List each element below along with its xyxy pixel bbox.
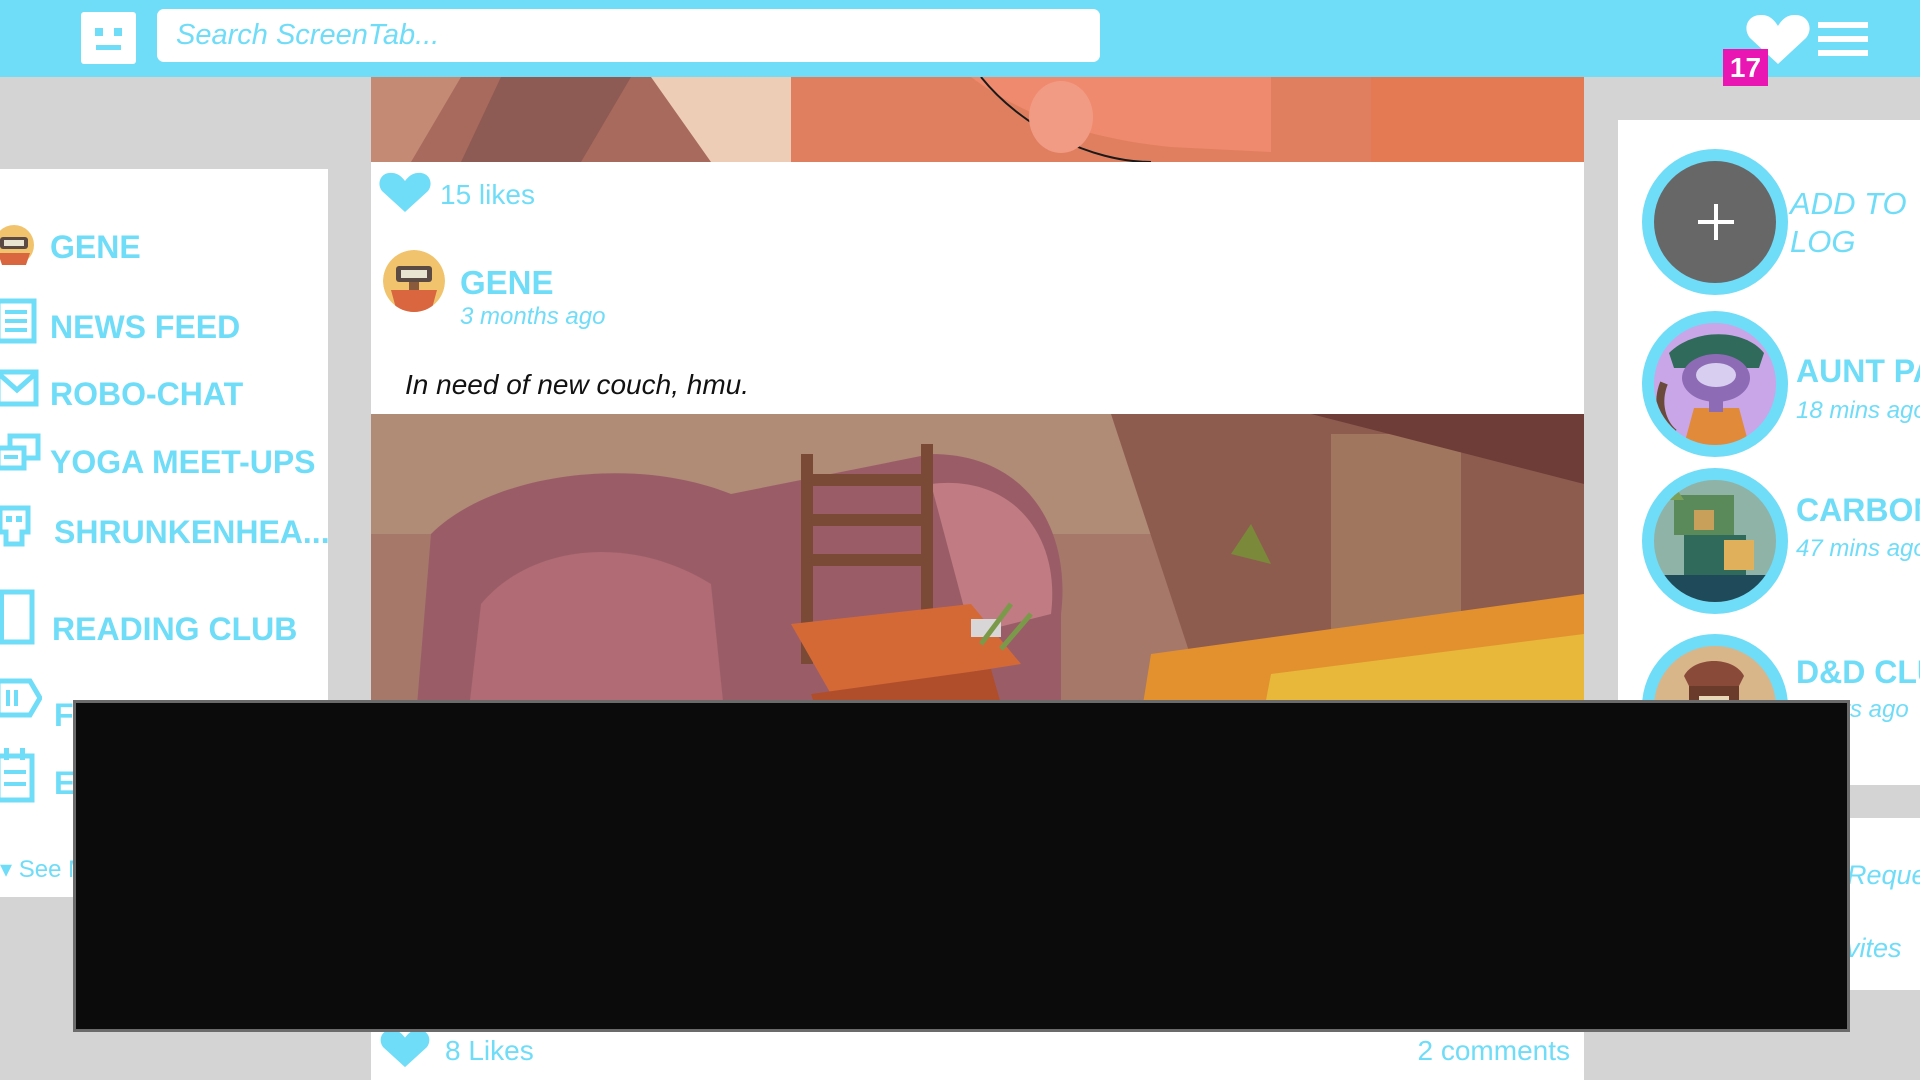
plus-icon-vertical [1714,204,1718,240]
sidebar-item-label: YOGA MEET-UPS [50,444,316,480]
robot-logo-icon[interactable] [81,12,136,64]
logo-mouth [96,45,121,50]
book-icon [0,589,35,645]
comments-link[interactable]: 2 comments [1418,1035,1571,1067]
logo-eye-left [95,28,103,36]
heart-icon [379,172,431,212]
sidebar-item-label: GENE [50,229,141,265]
skull-icon [0,505,31,547]
sidebar-item-label: F [54,697,74,733]
tag-icon [0,678,42,718]
add-button-inner [1654,161,1776,283]
sidebar-item-label: ROBO-CHAT [50,376,244,412]
chat-bubbles-icon [0,433,41,471]
friend-time: 47 mins ago [1796,535,1920,562]
search-input[interactable] [157,9,1100,62]
avatar-icon [0,225,34,265]
notification-badge: 17 [1723,49,1768,86]
friend-time: 18 mins ago [1796,397,1920,424]
chevron-down-icon: ▾ [0,856,13,883]
calendar-icon [0,748,35,803]
menu-line [1818,22,1868,28]
post-author[interactable]: GENE [460,264,554,302]
friend-requests-link[interactable]: Reque [1847,860,1920,891]
hamburger-menu-icon[interactable] [1818,22,1868,56]
sidebar-item-label: SHRUNKENHEA... [54,514,330,550]
post-timestamp: 3 months ago [460,303,606,330]
invites-link[interactable]: vites [1846,933,1902,964]
menu-line [1818,36,1868,42]
logo-eye-right [114,28,122,36]
add-to-log-button[interactable] [1642,149,1788,295]
friend-name: AUNT PA [1796,353,1920,389]
friend-name: CARBON [1796,492,1920,528]
previous-post-image[interactable] [371,77,1584,162]
add-to-log-label[interactable]: ADD TO LOG [1790,185,1920,261]
redaction-overlay [73,700,1850,1032]
likes-count: 15 likes [440,179,535,210]
avatar[interactable] [383,250,445,312]
friend-item-aunt-pa[interactable]: AUNT PA 18 mins ago [1642,311,1920,461]
aunt-pa-avatar-icon [1654,323,1776,445]
menu-line [1818,50,1868,56]
friend-time: rs ago [1842,696,1909,723]
friend-item-carbon[interactable]: CARBON 47 mins ago [1642,468,1920,618]
post-text: In need of new couch, hmu. [405,369,749,400]
carbon-avatar-icon [1654,480,1776,602]
right-panel: ADD TO LOG AUNT PA 18 mins ago [1618,120,1920,818]
friend-name: D&D CLU [1796,654,1920,690]
top-bar: 17 [0,0,1920,86]
avatar [1642,468,1788,614]
avatar [1642,311,1788,457]
gene-avatar-icon [383,250,445,312]
sidebar-item-label: READING CLUB [52,611,298,647]
sidebar-item-label: NEWS FEED [50,309,241,345]
likes-count: 8 Likes [445,1035,534,1066]
heart-icon [380,1029,430,1068]
mail-icon [0,369,39,407]
newspaper-icon [0,298,37,344]
